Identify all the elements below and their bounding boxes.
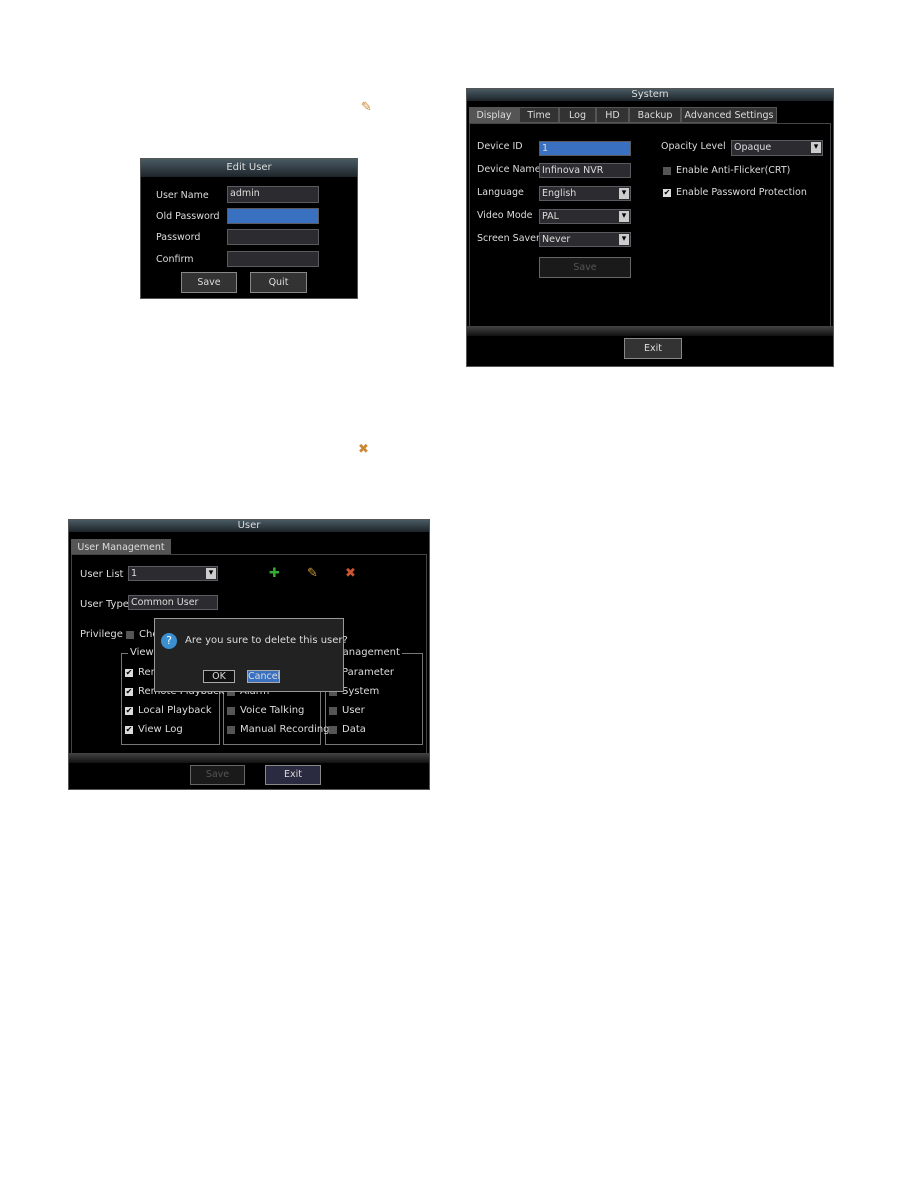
confirm-label: Confirm	[156, 254, 194, 265]
tab-log[interactable]: Log	[559, 107, 596, 123]
user-edit-icon: ✎	[361, 100, 372, 115]
view-group-title: View	[128, 647, 156, 658]
opacity-level-label: Opacity Level	[661, 141, 726, 152]
language-select[interactable]: English	[539, 186, 631, 201]
device-name-label: Device Name	[477, 164, 541, 175]
password-input[interactable]	[227, 229, 319, 245]
user-delete-icon[interactable]: ✖	[345, 566, 356, 581]
user-window: User User Management User List 1 ✚ ✎ ✖ U…	[68, 519, 430, 790]
dialog-message: Are you sure to delete this user?	[185, 635, 348, 646]
password-protection-label: Enable Password Protection	[676, 187, 807, 198]
privilege-label: Local Playback	[138, 705, 212, 716]
device-id-label: Device ID	[477, 141, 523, 152]
tab-display[interactable]: Display	[469, 107, 519, 123]
tab-advanced-settings[interactable]: Advanced Settings	[681, 107, 777, 123]
question-icon: ?	[161, 633, 177, 649]
save-button[interactable]: Save	[181, 272, 237, 293]
user-add-icon[interactable]: ✚	[269, 566, 280, 581]
privilege-label: Privilege	[80, 629, 123, 640]
user-type-label: User Type	[80, 599, 129, 610]
privilege-label: Data	[342, 724, 366, 735]
user-list-select[interactable]: 1	[128, 566, 218, 581]
user-name-input[interactable]: admin	[227, 186, 319, 203]
privilege-checkbox[interactable]: ✔	[125, 707, 133, 715]
privilege-label: View Log	[138, 724, 183, 735]
screen-saver-select[interactable]: Never	[539, 232, 631, 247]
language-label: Language	[477, 187, 524, 198]
dialog-title: Edit User	[141, 159, 357, 177]
tab-backup[interactable]: Backup	[629, 107, 681, 123]
password-protection-checkbox[interactable]: ✔	[663, 189, 671, 197]
privilege-checkbox[interactable]: ✔	[125, 669, 133, 677]
system-window: System Display Time Log HD Backup Advanc…	[466, 88, 834, 367]
window-title: System	[467, 89, 833, 101]
screen-saver-label: Screen Saver	[477, 233, 540, 244]
anti-flicker-checkbox[interactable]	[663, 167, 671, 175]
delete-confirm-dialog: ? Are you sure to delete this user? OK C…	[154, 618, 348, 692]
old-password-label: Old Password	[156, 211, 220, 222]
old-password-input[interactable]	[227, 208, 319, 224]
exit-button[interactable]: Exit	[265, 765, 321, 785]
bottom-bar	[467, 326, 833, 336]
save-button[interactable]: Save	[539, 257, 631, 278]
video-mode-label: Video Mode	[477, 210, 533, 221]
exit-button[interactable]: Exit	[624, 338, 682, 359]
tab-user-management[interactable]: User Management	[71, 539, 171, 555]
video-mode-select[interactable]: PAL	[539, 209, 631, 224]
privilege-checkbox[interactable]: ✔	[125, 726, 133, 734]
password-label: Password	[156, 232, 201, 243]
tab-bar: Display Time Log HD Backup Advanced Sett…	[469, 107, 831, 123]
privilege-checkbox[interactable]	[227, 726, 235, 734]
privilege-label: Manual Recording	[240, 724, 330, 735]
privilege-label: Parameter	[342, 667, 395, 678]
user-list-label: User List	[80, 569, 124, 580]
edit-user-dialog: Edit User User Name admin Old Password P…	[140, 158, 358, 299]
check-all-checkbox[interactable]	[126, 631, 134, 639]
device-id-input[interactable]: 1	[539, 141, 631, 156]
user-type-input[interactable]: Common User	[128, 595, 218, 610]
window-title: User	[69, 520, 429, 532]
quit-button[interactable]: Quit	[250, 272, 307, 293]
cancel-button[interactable]: Cancel	[247, 670, 280, 683]
bottom-bar	[69, 753, 429, 763]
privilege-label: System	[342, 686, 380, 697]
opacity-level-select[interactable]: Opaque	[731, 140, 823, 156]
privilege-checkbox[interactable]	[329, 726, 337, 734]
user-name-label: User Name	[156, 190, 209, 201]
tab-time[interactable]: Time	[519, 107, 559, 123]
user-edit-icon[interactable]: ✎	[307, 566, 318, 581]
save-button[interactable]: Save	[190, 765, 245, 785]
device-name-input[interactable]: Infinova NVR	[539, 163, 631, 178]
tab-hd[interactable]: HD	[596, 107, 629, 123]
privilege-checkbox[interactable]	[227, 707, 235, 715]
anti-flicker-label: Enable Anti-Flicker(CRT)	[676, 165, 791, 176]
privilege-label: User	[342, 705, 365, 716]
privilege-checkbox[interactable]	[329, 707, 337, 715]
ok-button[interactable]: OK	[203, 670, 235, 683]
confirm-input[interactable]	[227, 251, 319, 267]
user-delete-icon: ✖	[358, 442, 369, 457]
privilege-label: Voice Talking	[240, 705, 305, 716]
privilege-checkbox[interactable]: ✔	[125, 688, 133, 696]
